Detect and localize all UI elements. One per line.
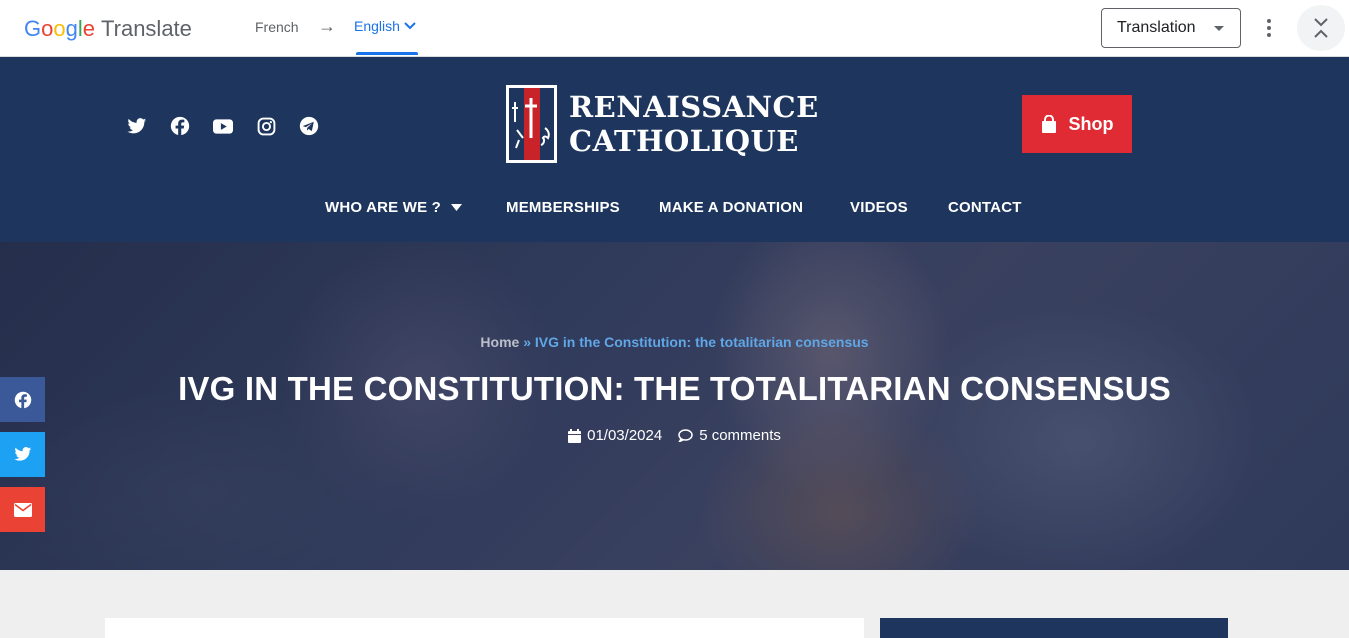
target-language-dropdown[interactable]: English: [354, 18, 416, 34]
breadcrumb: Home » IVG in the Constitution: the tota…: [0, 334, 1349, 350]
source-language[interactable]: French: [255, 19, 299, 35]
nav-label: CONTACT: [948, 199, 1022, 216]
translation-mode-label: Translation: [1117, 19, 1196, 36]
post-date-text: 01/03/2024: [587, 427, 663, 444]
caret-down-icon: [451, 204, 462, 211]
dropdown-caret-icon: [1214, 26, 1224, 31]
calendar-icon: [568, 428, 582, 443]
logo-emblem-icon: [506, 85, 557, 163]
site-header: RENAISSANCE CATHOLIQUE Shop WHO ARE WE ?…: [0, 57, 1349, 242]
post-comments-text: 5 comments: [699, 427, 781, 444]
twitter-icon[interactable]: [126, 115, 148, 137]
nav-item-contact[interactable]: CONTACT: [948, 199, 1022, 216]
nav-label: VIDEOS: [850, 199, 908, 216]
post-meta: 01/03/2024 5 comments: [0, 427, 1349, 444]
facebook-icon[interactable]: [169, 115, 191, 137]
google-wordmark: Google: [24, 16, 96, 41]
collapse-button[interactable]: [1297, 5, 1345, 51]
logo-line-1: RENAISSANCE: [569, 90, 819, 124]
post-comments-link[interactable]: 5 comments: [678, 427, 781, 444]
chevron-down-icon: [404, 22, 416, 30]
more-options-icon[interactable]: [1260, 16, 1278, 40]
translation-mode-select[interactable]: Translation: [1101, 8, 1241, 48]
youtube-icon[interactable]: [212, 115, 234, 137]
shop-label: Shop: [1068, 113, 1114, 134]
google-translate-bar: Google Translate French → English Transla…: [0, 0, 1349, 57]
collapse-icon: [1314, 18, 1328, 38]
shop-button[interactable]: Shop: [1022, 95, 1132, 153]
nav-label: MEMBERSHIPS: [506, 199, 620, 216]
post-hero-banner: Home » IVG in the Constitution: the tota…: [0, 242, 1349, 570]
breadcrumb-home-link[interactable]: Home: [480, 334, 519, 350]
arrow-right-icon: →: [318, 16, 336, 36]
site-logo[interactable]: RENAISSANCE CATHOLIQUE: [506, 85, 819, 163]
logo-text: RENAISSANCE CATHOLIQUE: [569, 90, 819, 158]
page-title: IVG IN THE CONSTITUTION: THE TOTALITARIA…: [178, 370, 1171, 407]
breadcrumb-separator: »: [523, 334, 531, 350]
nav-label: WHO ARE WE ?: [325, 199, 441, 216]
translate-wordmark: Translate: [101, 16, 192, 41]
article-content-card: [105, 618, 864, 638]
instagram-icon[interactable]: [255, 115, 277, 137]
breadcrumb-current: IVG in the Constitution: the totalitaria…: [534, 334, 869, 350]
target-language-label: English: [354, 18, 400, 34]
nav-item-make-a-donation[interactable]: MAKE A DONATION: [659, 199, 803, 216]
nav-item-videos[interactable]: VIDEOS: [850, 199, 908, 216]
post-date: 01/03/2024: [568, 427, 662, 444]
comment-icon: [678, 429, 693, 442]
active-tab-indicator: [356, 52, 418, 55]
google-translate-logo[interactable]: Google Translate: [24, 15, 192, 43]
logo-line-2: CATHOLIQUE: [569, 124, 799, 158]
shopping-bag-icon: [1041, 115, 1056, 133]
telegram-icon[interactable]: [298, 115, 320, 137]
sidebar-card: [880, 618, 1228, 638]
nav-label: MAKE A DONATION: [659, 199, 804, 216]
nav-item-memberships[interactable]: MEMBERSHIPS: [506, 199, 620, 216]
nav-item-who-are-we[interactable]: WHO ARE WE ?: [325, 199, 462, 216]
